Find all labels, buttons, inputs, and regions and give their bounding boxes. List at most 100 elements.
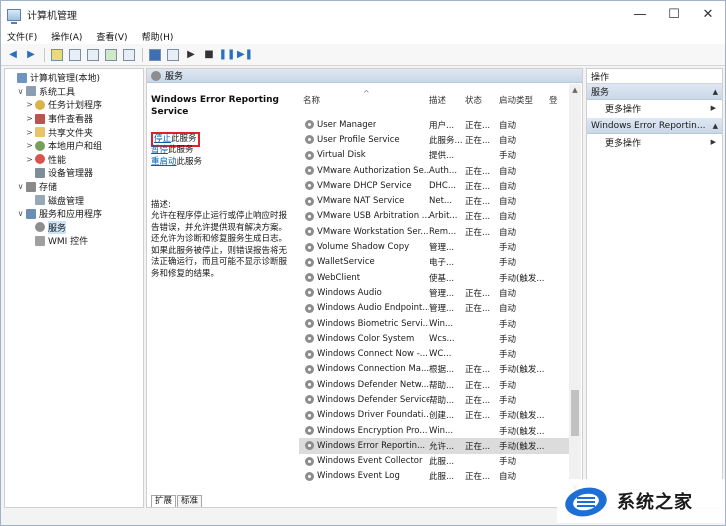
service-row[interactable]: Windows Color System Wcs... 手动 — [299, 331, 569, 346]
service-startup-type-cell: 手动 — [499, 258, 517, 269]
show-hide-tree-icon[interactable] — [68, 48, 82, 62]
service-row[interactable]: VMware USB Arbitration ... Arbit... 正在... 自… — [299, 209, 569, 224]
back-arrow-icon[interactable]: ◀ — [6, 48, 20, 62]
restart-service-suffix: 此服务 — [176, 157, 203, 167]
tree-item[interactable]: > 任务计划程序 — [5, 98, 143, 112]
service-detail-pane: Windows Error Reporting Service 停止此服务 暂停… — [147, 84, 299, 494]
service-row[interactable]: Volume Shadow Copy 管理... 手动 — [299, 239, 569, 254]
tree-item[interactable]: ∨ 系统工具 — [5, 85, 143, 99]
service-row[interactable]: Windows Biometric Servi... Win... 手动 — [299, 316, 569, 331]
pause-service-icon[interactable]: ❚❚ — [219, 48, 236, 62]
expand-right-icon[interactable]: > — [25, 155, 34, 164]
tree-item[interactable]: WMI 控件 — [5, 234, 143, 248]
menu-action[interactable]: 操作(A) — [51, 30, 82, 43]
expand-right-icon[interactable]: > — [25, 100, 34, 109]
service-row[interactable]: VMware DHCP Service DHC... 正在... 自动 — [299, 178, 569, 193]
properties-icon[interactable] — [86, 48, 100, 62]
tree-item[interactable]: > 共享文件夹 — [5, 125, 143, 139]
service-row[interactable]: Windows Connect Now -... WC... 手动 — [299, 346, 569, 361]
service-row[interactable]: VMware NAT Service Net... 正在... 自动 — [299, 193, 569, 208]
expand-right-icon[interactable]: > — [25, 128, 34, 137]
service-row[interactable]: Windows Connection Ma... 根据... 正在... 手动(触发.… — [299, 362, 569, 377]
tree-item[interactable]: 服务 — [5, 220, 143, 235]
tab-standard[interactable]: 标准 — [177, 495, 203, 507]
menu-file[interactable]: 文件(F) — [7, 30, 37, 43]
service-status-cell: 正在... — [465, 441, 491, 452]
scrollbar-thumb[interactable] — [571, 390, 579, 436]
service-row[interactable]: Windows Encryption Pro... Win... 手动(触发... — [299, 423, 569, 438]
service-row[interactable]: Windows Defender Netw... 帮助... 正在... 手动 — [299, 377, 569, 392]
service-name: Windows Connect Now -... — [317, 349, 428, 360]
console-tree: 计算机管理(本地) ∨ 系统工具 > 任务计划程序 > 事件查看器 > 共享文件夹 > 本地用户和组… — [4, 68, 144, 508]
services-panel: 服务 Windows Error Reporting Service 停止此服务… — [146, 68, 583, 508]
service-row[interactable]: Windows Event Log 此服... 正在... 自动 — [299, 469, 569, 484]
minimize-button[interactable]: — — [623, 1, 657, 28]
tree-item[interactable]: 磁盘管理 — [5, 193, 143, 207]
scroll-up-arrow-icon[interactable]: ▲ — [569, 84, 581, 96]
tree-item-label: 设备管理器 — [48, 169, 94, 180]
service-startup-type-cell: 手动(触发... — [499, 441, 545, 452]
column-header-status[interactable]: 状态 — [465, 94, 499, 106]
tree-item[interactable]: 设备管理器 — [5, 166, 143, 180]
tree-item-label: WMI 控件 — [48, 237, 89, 248]
more-actions-item[interactable]: 更多操作 ▶ — [587, 134, 722, 150]
close-button[interactable]: ✕ — [691, 1, 725, 28]
tree-item[interactable]: > 事件查看器 — [5, 112, 143, 126]
tree-item-label: 事件查看器 — [48, 115, 94, 126]
service-row[interactable]: Windows Driver Foundati... 创建... 正在... 手动(触… — [299, 408, 569, 423]
service-row[interactable]: Windows Error Reportin... 允许... 正在... 手动(触发… — [299, 438, 569, 454]
tree-item[interactable]: ∨ 存储 — [5, 180, 143, 194]
services-list-scrollbar[interactable]: ▲ ▼ — [569, 84, 581, 494]
refresh-icon[interactable] — [104, 48, 118, 62]
export-list-icon[interactable] — [122, 48, 136, 62]
service-row[interactable]: VMware Workstation Ser... Rem... 正在... 自动 — [299, 224, 569, 239]
apps-icon — [26, 208, 36, 219]
actions-section-services[interactable]: 服务 ▲ — [587, 84, 722, 100]
maximize-button[interactable]: ☐ — [657, 1, 691, 28]
column-header-startup-type[interactable]: 启动类型 — [499, 94, 549, 106]
service-row[interactable]: User Profile Service 此服务... 正在... 自动 — [299, 132, 569, 147]
tree-item[interactable]: ∨ 服务和应用程序 — [5, 207, 143, 221]
services-panel-header: 服务 — [147, 69, 582, 83]
forward-arrow-icon[interactable]: ▶ — [24, 48, 38, 62]
actions-section-selected-service[interactable]: Windows Error Reportin... ▲ — [587, 118, 722, 134]
service-name-cell: VMware NAT Service — [299, 196, 429, 206]
console-icon[interactable] — [166, 48, 180, 62]
service-row[interactable]: WalletService 电子... 手动 — [299, 255, 569, 270]
more-actions-item[interactable]: 更多操作 ▶ — [587, 100, 722, 116]
column-header-logon[interactable]: 登 — [549, 94, 561, 106]
tab-extended[interactable]: 扩展 — [151, 495, 177, 507]
tree-item[interactable]: > 本地用户和组 — [5, 139, 143, 153]
start-service-icon[interactable]: ▶ — [184, 48, 198, 62]
menu-view[interactable]: 查看(V) — [96, 30, 127, 43]
restart-service-icon[interactable]: ▶❚ — [237, 48, 253, 62]
service-row[interactable]: Windows Event Collector 此服... 手动 — [299, 454, 569, 469]
up-folder-icon[interactable] — [50, 48, 64, 62]
tree-item[interactable]: > 性能 — [5, 153, 143, 167]
service-row[interactable]: Windows Audio 管理... 正在... 自动 — [299, 285, 569, 300]
service-row[interactable]: Windows Audio Endpoint... 管理... 正在... 自动 — [299, 301, 569, 316]
service-name-cell: Virtual Disk — [299, 150, 429, 160]
help-icon[interactable] — [148, 48, 162, 62]
service-row[interactable]: VMware Authorization Se... Auth... 正在... 自动 — [299, 163, 569, 178]
menu-help[interactable]: 帮助(H) — [142, 30, 174, 43]
pause-service-link[interactable]: 暂停 — [151, 145, 168, 155]
expand-down-icon[interactable]: ∨ — [16, 87, 25, 96]
service-gear-icon — [305, 242, 314, 252]
tree-item[interactable]: 计算机管理(本地) — [5, 71, 143, 85]
expand-right-icon[interactable]: > — [25, 114, 34, 123]
service-row[interactable]: WebClient 使基... 手动(触发... — [299, 270, 569, 285]
service-row[interactable]: User Manager 用户... 正在... 自动 — [299, 117, 569, 132]
stop-service-icon[interactable]: ■ — [202, 48, 216, 62]
restart-service-link[interactable]: 重启动 — [151, 157, 177, 167]
collapse-up-icon[interactable]: ▲ — [713, 122, 718, 130]
service-row[interactable]: Virtual Disk 提供... 手动 — [299, 148, 569, 163]
service-gear-icon — [305, 334, 314, 344]
expand-right-icon[interactable]: > — [25, 141, 34, 150]
stop-service-link[interactable]: 停止 — [154, 134, 171, 144]
service-row[interactable]: Windows Defender Service 帮助... 正在... 手动 — [299, 392, 569, 407]
expand-down-icon[interactable]: ∨ — [16, 182, 25, 191]
collapse-up-icon[interactable]: ▲ — [713, 88, 718, 96]
expand-down-icon[interactable]: ∨ — [16, 209, 25, 218]
column-header-description[interactable]: 描述 — [429, 94, 465, 106]
